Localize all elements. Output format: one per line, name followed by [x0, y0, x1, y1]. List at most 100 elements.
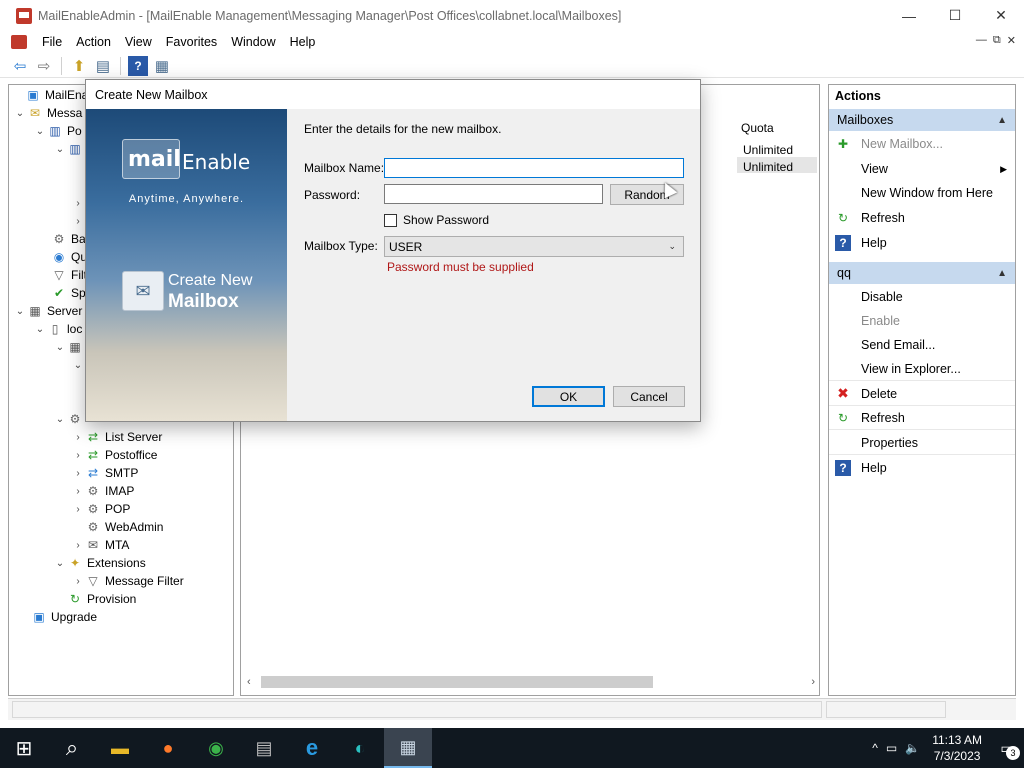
mdi-close-button[interactable]: ✕ — [1007, 34, 1016, 47]
action-new-mailbox[interactable]: ✚ New Mailbox... — [829, 132, 1015, 156]
mailbox-type-select[interactable]: USER ⌄ — [384, 236, 684, 257]
tree-expander[interactable]: ⌄ — [53, 144, 67, 155]
mailbox-name-input[interactable] — [384, 158, 684, 178]
tree-item-services-connectors[interactable]: ⌄ ⚙ — [53, 410, 87, 428]
tree-expander[interactable]: › — [71, 468, 85, 479]
tree-item-provision[interactable]: ↻ Provision — [53, 590, 136, 608]
list-item-quota[interactable]: Unlimited — [743, 143, 793, 157]
tree-item-messaging-manager[interactable]: ⌄ ✉ Messa — [13, 104, 83, 122]
action-send-email[interactable]: Send Email... — [829, 333, 1015, 357]
tree-expander[interactable]: ⌄ — [33, 126, 47, 137]
network-icon[interactable]: ▭ — [882, 741, 901, 755]
tree-item-system[interactable]: ⌄ ▦ — [53, 338, 87, 356]
tree-item-upgrade[interactable]: ▣ Upgrade — [17, 608, 97, 626]
tree-item-collapsed[interactable]: › — [71, 194, 85, 212]
menu-view[interactable]: View — [118, 35, 159, 49]
cancel-button[interactable]: Cancel — [613, 386, 685, 407]
tree-expander[interactable]: › — [71, 540, 85, 551]
list-item-quota[interactable]: Unlimited — [743, 160, 793, 174]
menu-file[interactable]: File — [35, 35, 69, 49]
action-view[interactable]: View ▶ — [829, 157, 1015, 181]
scroll-right-arrow-icon[interactable]: › — [811, 676, 815, 688]
collapse-caret-icon[interactable]: ▲ — [997, 115, 1007, 126]
tree-expander[interactable]: ⌄ — [53, 342, 67, 353]
help-icon[interactable]: ? — [128, 55, 148, 76]
tree-expander[interactable]: › — [71, 450, 85, 461]
tree-item-hidden[interactable]: ⌄ — [71, 356, 85, 374]
action-enable[interactable]: Enable — [829, 309, 1015, 333]
file-explorer-icon[interactable]: ▬ — [96, 728, 144, 768]
mailenable-admin-icon[interactable]: ▦ — [384, 728, 432, 768]
tree-expander[interactable]: › — [71, 432, 85, 443]
tree-item-servers[interactable]: ⌄ ▦ Server — [13, 302, 83, 320]
horizontal-scrollbar[interactable]: ‹ › — [245, 675, 817, 689]
tree-expander[interactable]: ⌄ — [33, 324, 47, 335]
show-hide-tree-icon[interactable]: ▤ — [93, 56, 113, 76]
action-disable[interactable]: Disable — [829, 285, 1015, 309]
search-icon[interactable]: ⌕ — [48, 728, 96, 768]
tree-item-localhost[interactable]: ⌄ ▯ loc — [33, 320, 83, 338]
action-pane-icon[interactable]: ▦ — [152, 56, 172, 76]
dialog-title[interactable]: Create New Mailbox — [86, 80, 700, 109]
action-view-in-explorer[interactable]: View in Explorer... — [829, 357, 1015, 381]
scroll-left-arrow-icon[interactable]: ‹ — [247, 676, 251, 688]
action-delete[interactable]: ✖ Delete — [829, 382, 1015, 406]
maximize-button[interactable]: ☐ — [932, 0, 978, 31]
tree-item-pop[interactable]: › ⚙ POP — [71, 500, 130, 518]
notification-center-icon[interactable]: ▭ 3 — [990, 728, 1024, 768]
tree-item-postoffice[interactable]: › ⇄ Postoffice — [71, 446, 157, 464]
ok-button[interactable]: OK — [532, 386, 605, 407]
tree-expander[interactable]: ⌄ — [13, 306, 27, 317]
tree-item-post-offices[interactable]: ⌄ ▥ Po — [33, 122, 82, 140]
tree-expander[interactable]: › — [71, 486, 85, 497]
tree-item-imap[interactable]: › ⚙ IMAP — [71, 482, 134, 500]
forward-arrow-icon[interactable]: ⇨ — [34, 56, 54, 76]
clock[interactable]: 11:13 AM 7/3/2023 — [924, 732, 990, 764]
tree-item-filters[interactable]: ▽ Filt — [37, 266, 87, 284]
windows-start-icon[interactable]: ⊞ — [0, 728, 48, 768]
menu-help[interactable]: Help — [283, 35, 323, 49]
mdi-restore-button[interactable]: ⧉ — [993, 34, 1001, 47]
tree-item-message-filter[interactable]: › ▽ Message Filter — [71, 572, 183, 590]
tree-item-webadmin[interactable]: ⚙ WebAdmin — [71, 518, 164, 536]
mdi-minimize-button[interactable]: — — [976, 34, 987, 47]
column-header-quota[interactable]: Quota — [741, 121, 774, 135]
tree-expander[interactable]: › — [71, 576, 85, 587]
tree-item-extensions[interactable]: ⌄ ✦ Extensions — [53, 554, 146, 572]
tree-expander[interactable]: › — [71, 198, 85, 209]
server-manager-icon[interactable]: ▤ — [240, 728, 288, 768]
tree-item-spam[interactable]: ✔ Sp — [37, 284, 86, 302]
scrollbar-thumb[interactable] — [261, 676, 653, 688]
tree-item-queues[interactable]: ◉ Qu — [37, 248, 87, 266]
minimize-button[interactable]: — — [886, 0, 932, 31]
tree-expander[interactable]: › — [71, 504, 85, 515]
tray-overflow-icon[interactable]: ^ — [868, 741, 882, 755]
up-folder-icon[interactable]: ⬆ — [69, 56, 89, 76]
tree-item-collabnet[interactable]: ⌄ ▥ — [53, 140, 87, 158]
system-menu-icon[interactable] — [11, 35, 27, 49]
tree-expander[interactable]: ⌄ — [53, 414, 67, 425]
tree-item-backup[interactable]: ⚙ Ba — [37, 230, 86, 248]
tree-item-list-server[interactable]: › ⇄ List Server — [71, 428, 162, 446]
edge-icon[interactable]: ◐ — [336, 728, 384, 768]
password-input[interactable] — [384, 184, 603, 204]
menu-action[interactable]: Action — [69, 35, 118, 49]
tree-item-mta[interactable]: › ✉ MTA — [71, 536, 129, 554]
action-refresh[interactable]: ↻ Refresh — [829, 206, 1015, 230]
show-password-label[interactable]: Show Password — [403, 213, 489, 227]
internet-explorer-icon[interactable]: e — [288, 728, 336, 768]
tree-item-smtp[interactable]: › ⇄ SMTP — [71, 464, 138, 482]
action-refresh-qq[interactable]: ↻ Refresh — [829, 406, 1015, 430]
collapse-caret-icon[interactable]: ▲ — [997, 268, 1007, 279]
tree-expander[interactable]: ⌄ — [71, 360, 85, 371]
volume-icon[interactable]: 🔈 — [901, 741, 924, 755]
action-help-qq[interactable]: ? Help — [829, 456, 1015, 480]
close-button[interactable]: ✕ — [978, 0, 1024, 31]
tree-item-collapsed[interactable]: › — [71, 212, 85, 230]
tree-expander[interactable]: ⌄ — [53, 558, 67, 569]
action-help[interactable]: ? Help — [829, 231, 1015, 255]
chrome-icon[interactable]: ◉ — [192, 728, 240, 768]
menu-window[interactable]: Window — [224, 35, 282, 49]
show-password-checkbox[interactable] — [384, 214, 397, 227]
menu-favorites[interactable]: Favorites — [159, 35, 224, 49]
